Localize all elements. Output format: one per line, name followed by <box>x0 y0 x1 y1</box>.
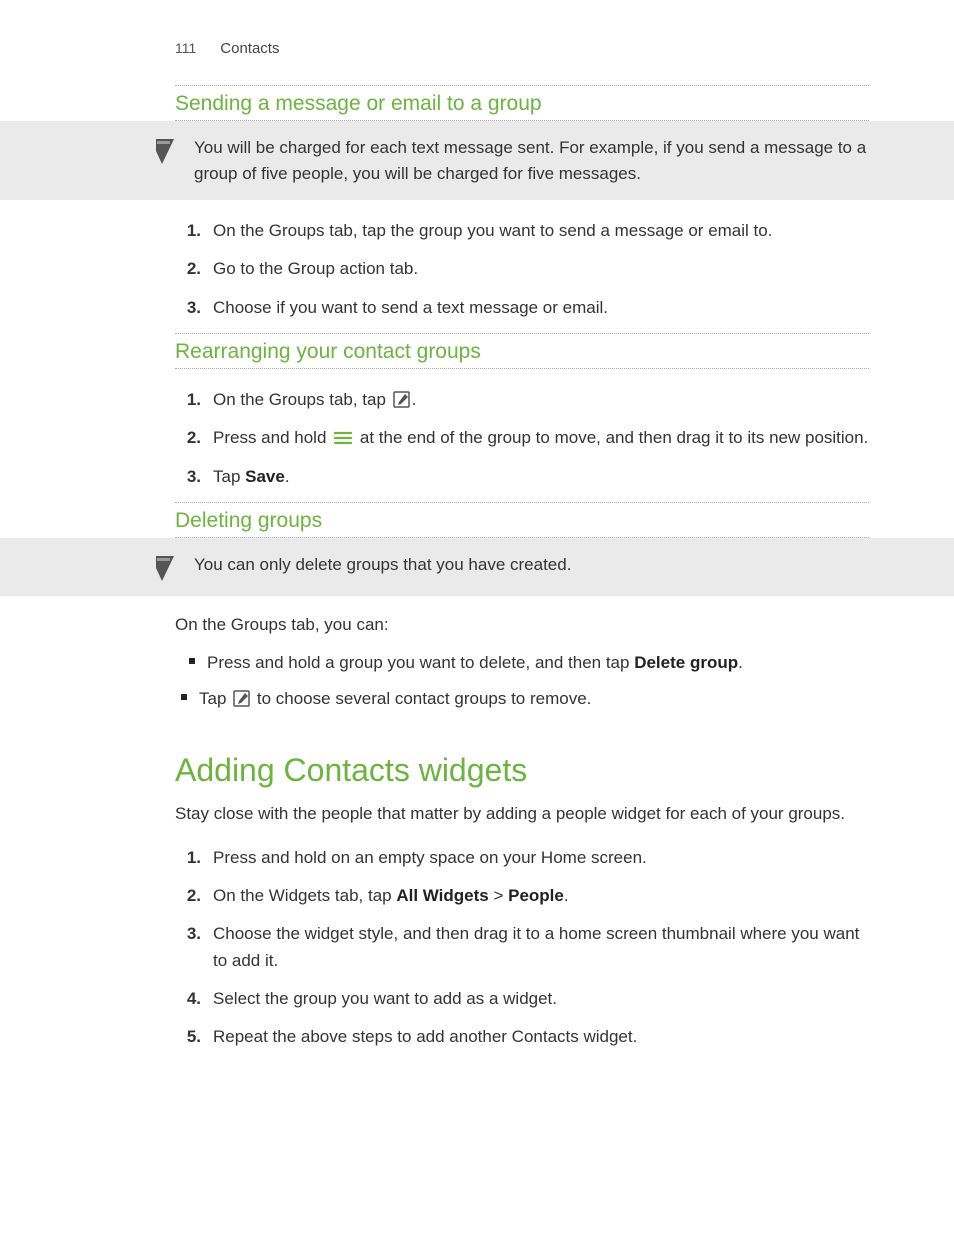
pencil-note-icon <box>150 135 180 165</box>
drag-handle-icon <box>333 430 353 446</box>
ui-label-delete-group: Delete group <box>634 653 738 672</box>
step-text-part: at the end of the group to move, and the… <box>360 428 868 447</box>
step-text: Choose the widget style, and then drag i… <box>213 921 869 974</box>
step-text-part: > <box>489 886 508 905</box>
note-text: You can only delete groups that you have… <box>194 552 571 578</box>
step-item: 5. Repeat the above steps to add another… <box>175 1024 869 1050</box>
lead-text: Stay close with the people that matter b… <box>175 801 869 827</box>
step-text: Select the group you want to add as a wi… <box>213 986 869 1012</box>
step-number: 2. <box>175 883 201 909</box>
step-item: 3. Choose if you want to send a text mes… <box>175 295 869 321</box>
step-item: 2. On the Widgets tab, tap All Widgets >… <box>175 883 869 909</box>
step-item: 2. Go to the Group action tab. <box>175 256 869 282</box>
bullets-deleting: Press and hold a group you want to delet… <box>175 650 869 713</box>
step-number: 3. <box>175 464 201 490</box>
step-text: On the Groups tab, tap the group you wan… <box>213 218 869 244</box>
step-number: 1. <box>175 845 201 871</box>
steps-rearranging: 1. On the Groups tab, tap . 2. Press and… <box>175 387 869 490</box>
step-number: 3. <box>175 921 201 947</box>
step-number: 4. <box>175 986 201 1012</box>
step-text: Choose if you want to send a text messag… <box>213 295 869 321</box>
section-sending-message: Sending a message or email to a group <box>175 85 869 121</box>
bullet-text: Tap to choose several contact groups to … <box>199 686 869 712</box>
chapter-name: Contacts <box>220 40 279 57</box>
page-header: 111 Contacts <box>175 40 869 57</box>
bullet-text: Press and hold a group you want to delet… <box>207 650 869 676</box>
step-text: Go to the Group action tab. <box>213 256 869 282</box>
steps-widgets: 1. Press and hold on an empty space on y… <box>175 845 869 1051</box>
ui-label-people: People <box>508 886 564 905</box>
note-box-charges: You will be charged for each text messag… <box>0 121 954 200</box>
bullet-text-part: to choose several contact groups to remo… <box>257 689 592 708</box>
section-rearranging: Rearranging your contact groups <box>175 333 869 369</box>
step-item: 3. Choose the widget style, and then dra… <box>175 921 869 974</box>
step-text: Repeat the above steps to add another Co… <box>213 1024 869 1050</box>
bullet-item: Tap to choose several contact groups to … <box>175 686 869 712</box>
page-number: 111 <box>175 40 196 56</box>
step-item: 3. Tap Save. <box>175 464 869 490</box>
step-item: 1. Press and hold on an empty space on y… <box>175 845 869 871</box>
step-number: 5. <box>175 1024 201 1050</box>
step-number: 2. <box>175 425 201 451</box>
section-title: Sending a message or email to a group <box>175 86 869 120</box>
step-text: On the Groups tab, tap . <box>213 387 869 413</box>
lead-text: On the Groups tab, you can: <box>175 612 869 638</box>
square-bullet-icon <box>189 658 195 664</box>
step-text-part: On the Widgets tab, tap <box>213 886 396 905</box>
square-bullet-icon <box>181 694 187 700</box>
step-text-part: . <box>412 390 417 409</box>
step-number: 3. <box>175 295 201 321</box>
step-item: 2. Press and hold at the end of the grou… <box>175 425 869 451</box>
section-title: Rearranging your contact groups <box>175 334 869 368</box>
edit-icon <box>393 391 410 408</box>
step-number: 2. <box>175 256 201 282</box>
step-text-part: Tap <box>213 467 245 486</box>
note-text: You will be charged for each text messag… <box>194 135 869 186</box>
document-page: 111 Contacts Sending a message or email … <box>0 40 954 1103</box>
step-text-part: . <box>285 467 290 486</box>
step-item: 1. On the Groups tab, tap the group you … <box>175 218 869 244</box>
bullet-text-part: Press and hold a group you want to delet… <box>207 653 634 672</box>
step-text: Press and hold on an empty space on your… <box>213 845 869 871</box>
step-text: Tap Save. <box>213 464 869 490</box>
step-item: 4. Select the group you want to add as a… <box>175 986 869 1012</box>
edit-icon <box>233 690 250 707</box>
step-text-part: Press and hold <box>213 428 331 447</box>
heading-adding-widgets: Adding Contacts widgets <box>175 752 869 789</box>
section-title: Deleting groups <box>175 503 869 537</box>
step-text: Press and hold at the end of the group t… <box>213 425 869 451</box>
note-box-delete: You can only delete groups that you have… <box>0 538 954 596</box>
section-deleting: Deleting groups <box>175 502 869 538</box>
step-number: 1. <box>175 218 201 244</box>
bullet-text-part: . <box>738 653 743 672</box>
step-number: 1. <box>175 387 201 413</box>
step-text: On the Widgets tab, tap All Widgets > Pe… <box>213 883 869 909</box>
step-item: 1. On the Groups tab, tap . <box>175 387 869 413</box>
step-text-part: On the Groups tab, tap <box>213 390 391 409</box>
pencil-note-icon <box>150 552 180 582</box>
bullet-item: Press and hold a group you want to delet… <box>175 650 869 676</box>
ui-label-all-widgets: All Widgets <box>396 886 488 905</box>
ui-label-save: Save <box>245 467 285 486</box>
step-text-part: . <box>564 886 569 905</box>
bullet-text-part: Tap <box>199 689 231 708</box>
steps-sending: 1. On the Groups tab, tap the group you … <box>175 218 869 321</box>
